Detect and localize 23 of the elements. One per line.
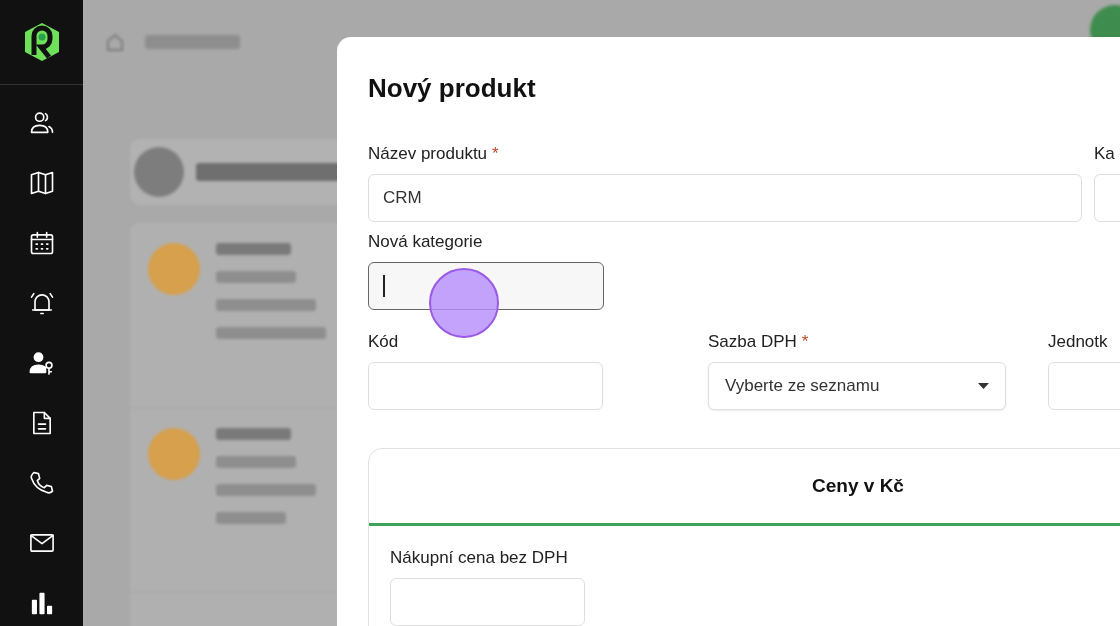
blurred-text xyxy=(216,512,286,524)
field-label: Sazba DPH xyxy=(708,332,797,352)
select-dropdown[interactable]: Vyberte ze seznamu xyxy=(708,362,1006,410)
required-mark: * xyxy=(492,144,499,164)
input-field[interactable] xyxy=(368,362,603,410)
field-label: Nová kategorie xyxy=(368,232,483,252)
field-label: Kód xyxy=(368,332,399,352)
required-mark: * xyxy=(801,332,809,352)
phone-icon[interactable] xyxy=(27,469,56,497)
caret-icon xyxy=(978,383,989,389)
field-label: Nákupní cena bez DPH xyxy=(390,548,568,568)
reminder-icon xyxy=(134,147,184,197)
input-field[interactable] xyxy=(390,578,585,626)
input-field[interactable]: CRM xyxy=(368,174,1082,222)
field-label: Jednotk xyxy=(1048,332,1108,352)
modal-title: Nový produkt xyxy=(368,73,537,104)
card-title: Ceny v Kč xyxy=(812,475,904,497)
field-label: Ka xyxy=(1094,144,1115,164)
meeting-icon xyxy=(148,243,200,295)
field-label: Název produktu xyxy=(368,144,488,164)
user-key-icon[interactable] xyxy=(27,349,56,377)
logo-icon[interactable] xyxy=(22,22,61,62)
meeting-icon xyxy=(148,428,200,480)
